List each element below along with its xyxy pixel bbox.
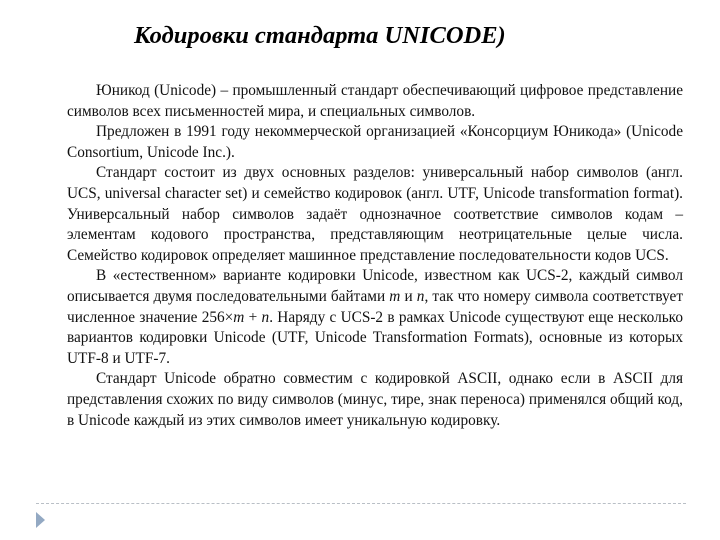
paragraph-unicode-definition: Юникод (Unicode) – промышленный стандарт… (67, 82, 683, 120)
variable-m: m (389, 287, 401, 305)
paragraph-standard-structure: Стандарт состоит из двух основных раздел… (67, 164, 683, 264)
paragraph-ucs2: В «естественном» варианте кодировки Unic… (67, 266, 683, 369)
ucs2-text-2: и (400, 287, 417, 305)
triangle-right-icon (36, 512, 45, 528)
slide-body: Юникод (Unicode) – промышленный стандарт… (67, 81, 683, 431)
paragraph-ascii-compat: Стандарт Unicode обратно совместим с код… (67, 370, 683, 429)
ucs2-text-4: + (244, 308, 262, 326)
slide-title: Кодировки стандарта UNICODE) (134, 22, 506, 49)
variable-m-formula: m (233, 308, 245, 326)
paragraph-unicode-origin: Предложен в 1991 году некоммерческой орг… (67, 123, 683, 161)
footer-divider (36, 503, 686, 504)
